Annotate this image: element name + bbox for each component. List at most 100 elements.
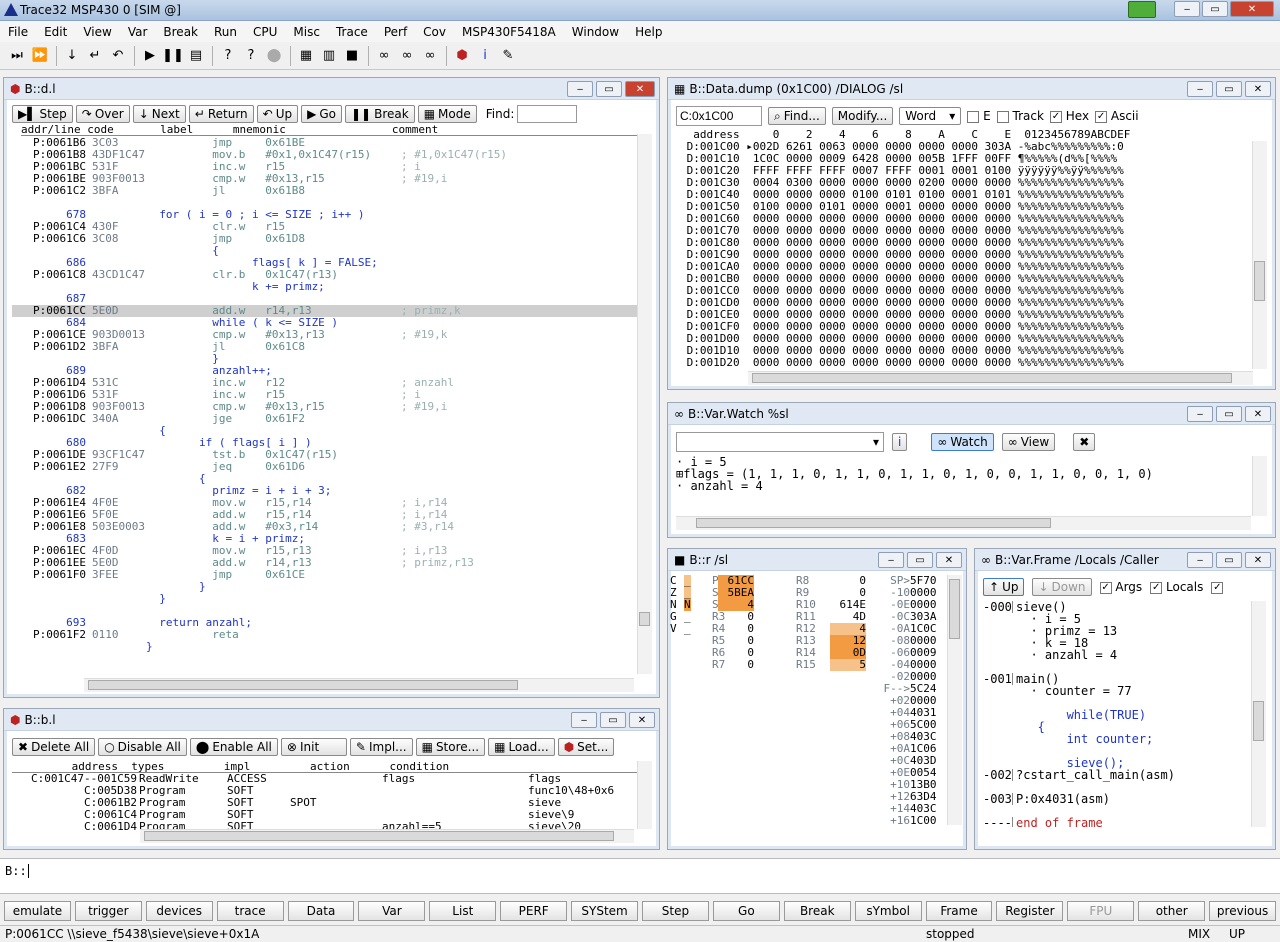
- dump-modify-button[interactable]: Modify...: [831, 107, 894, 125]
- flag-value[interactable]: _: [684, 623, 691, 635]
- impl-button[interactable]: ✎ Impl...: [349, 738, 413, 756]
- dump-hex-checkbox[interactable]: ✓ Hex: [1049, 109, 1089, 123]
- load-button[interactable]: ▦ Load...: [488, 738, 555, 756]
- dump-row[interactable]: D:001D20 0000 0000 0000 0000 0000 0000 0…: [680, 357, 1250, 369]
- list-up-button[interactable]: ↶ Up: [256, 105, 299, 123]
- undo-icon[interactable]: ↶: [107, 45, 129, 67]
- list-line[interactable]: P:0061F2 0110 reta: [12, 629, 639, 641]
- softkey-break[interactable]: Break: [783, 901, 851, 921]
- softkey-data[interactable]: Data: [287, 901, 355, 921]
- watch-body[interactable]: · i = 5 ⊞flags = (1, 1, 1, 0, 1, 1, 0, 1,…: [676, 456, 1251, 516]
- frame-locals-checkbox[interactable]: ✓ Locals: [1150, 580, 1203, 594]
- breakpoint-vertical-scrollbar[interactable]: [637, 761, 652, 829]
- frame-args-checkbox[interactable]: ✓ Args: [1099, 580, 1142, 594]
- dump-vertical-scrollbar[interactable]: [1252, 141, 1267, 369]
- set-button[interactable]: ⬢ Set...: [557, 738, 615, 756]
- menu-var[interactable]: Var: [120, 25, 156, 39]
- register-value[interactable]: 0: [747, 659, 754, 671]
- list-line[interactable]: }: [12, 353, 639, 365]
- menu-view[interactable]: View: [75, 25, 119, 39]
- view-icon[interactable]: ∞: [396, 45, 418, 67]
- list-line[interactable]: }: [12, 593, 639, 605]
- enable-all-button[interactable]: ⬤ Enable All: [189, 738, 278, 756]
- delete-all-button[interactable]: ✖ Delete All: [12, 738, 96, 756]
- frame-line[interactable]: -003 P:0x4031(asm): [983, 793, 1251, 805]
- list-step-button[interactable]: ▶▌ Step: [12, 105, 73, 123]
- list-line[interactable]: P:0061C8 43CD1C47 clr.b 0x1C47(r13): [12, 269, 639, 281]
- register-body[interactable]: C_Z_NNG_V_PC61CCSP5BEASR4R30R40R50R60R70…: [668, 575, 948, 845]
- list-icon[interactable]: ▤: [185, 45, 207, 67]
- app-update-button[interactable]: [1128, 1, 1156, 18]
- pause-icon[interactable]: ❚❚: [162, 45, 184, 67]
- list-horizontal-scrollbar[interactable]: [84, 678, 634, 692]
- down-arrow-icon[interactable]: ↓: [61, 45, 83, 67]
- list-go-button[interactable]: ▶ Go: [301, 105, 342, 123]
- menu-msp430f5418a[interactable]: MSP430F5418A: [454, 25, 564, 39]
- list-line[interactable]: P:0061DC 340A jge 0x61F2: [12, 413, 639, 425]
- dump-find-button[interactable]: ⌕ Find...: [768, 107, 826, 125]
- close-button[interactable]: ✕: [1245, 406, 1271, 422]
- minimize-button[interactable]: ‒: [571, 712, 597, 728]
- breakpoint-row[interactable]: C:005D38 Program SOFT func10\48+0x6: [12, 785, 637, 797]
- frame-down-button[interactable]: ↓ Down: [1032, 578, 1092, 596]
- menu-help[interactable]: Help: [627, 25, 670, 39]
- dump-width-select[interactable]: Word ▾: [899, 107, 962, 125]
- maximize-button[interactable]: ▭: [600, 712, 626, 728]
- list-line[interactable]: }: [12, 581, 639, 593]
- softkey-list[interactable]: List: [429, 901, 497, 921]
- frame-line[interactable]: · counter = 77: [983, 685, 1251, 697]
- list-line[interactable]: P:0061E2 27F9 jeq 0x61D6: [12, 461, 639, 473]
- softkey-system[interactable]: SYStem: [571, 901, 639, 921]
- list-line[interactable]: P:0061C2 3BFA jl 0x61B8: [12, 185, 639, 197]
- softkey-devices[interactable]: devices: [145, 901, 213, 921]
- app-maximize-button[interactable]: ▭: [1202, 1, 1228, 17]
- menu-cov[interactable]: Cov: [415, 25, 454, 39]
- table-icon[interactable]: ▥: [318, 45, 340, 67]
- minimize-button[interactable]: ‒: [878, 552, 904, 568]
- find-input[interactable]: [517, 105, 578, 123]
- dump-body[interactable]: D:001C00 ▸002D 6261 0063 0000 0000 0000 …: [680, 141, 1250, 369]
- maximize-button[interactable]: ▭: [1216, 552, 1242, 568]
- menu-edit[interactable]: Edit: [36, 25, 75, 39]
- command-line[interactable]: B::: [0, 858, 1280, 894]
- frame-vertical-scrollbar[interactable]: [1251, 601, 1266, 827]
- softkey-fpu[interactable]: FPU: [1067, 901, 1135, 921]
- frame-caller-checkbox[interactable]: ✓: [1211, 580, 1224, 594]
- list-line[interactable]: {: [12, 425, 639, 437]
- frame-line[interactable]: ---- end of frame: [983, 817, 1251, 827]
- step-icon[interactable]: ⏭: [6, 45, 28, 67]
- app-minimize-button[interactable]: ‒: [1174, 1, 1200, 17]
- frame-line[interactable]: · anzahl = 4: [983, 649, 1251, 661]
- list-body[interactable]: P:0061B6 3C03 jmp 0x61BE P:0061B8 43DF1C47 …: [12, 137, 639, 673]
- menu-break[interactable]: Break: [155, 25, 206, 39]
- return-icon[interactable]: ↵: [84, 45, 106, 67]
- list-line[interactable]: P:0061E8 503E0003 add.w #0x3,r14; #3,r14: [12, 521, 639, 533]
- dump-horizontal-scrollbar[interactable]: [748, 371, 1253, 385]
- list-return-button[interactable]: ↵ Return: [188, 105, 254, 123]
- maximize-button[interactable]: ▭: [1216, 406, 1242, 422]
- register-value[interactable]: 5: [830, 659, 866, 671]
- disable-all-button[interactable]: ○ Disable All: [98, 738, 187, 756]
- help-icon[interactable]: ?: [217, 45, 239, 67]
- frame-body[interactable]: -000 sieve() · i = 5 · primz = 13 · k = 1…: [983, 601, 1251, 827]
- frame-line[interactable]: -002 ?cstart_call_main(asm): [983, 769, 1251, 781]
- minimize-button[interactable]: ‒: [1187, 81, 1213, 97]
- list-line[interactable]: }: [12, 641, 639, 653]
- store-button[interactable]: ▦ Store...: [415, 738, 486, 756]
- dump-ascii-checkbox[interactable]: ✓ Ascii: [1095, 109, 1139, 123]
- minimize-button[interactable]: ‒: [567, 81, 593, 97]
- list-line[interactable]: P:0061C6 3C08 jmp 0x61D8: [12, 233, 639, 245]
- breakpoint-row[interactable]: C:0061C4 Program SOFT sieve\9: [12, 809, 637, 821]
- go-icon[interactable]: ▶: [139, 45, 161, 67]
- list-mode-button[interactable]: ▦ Mode: [417, 105, 477, 123]
- close-button[interactable]: ✕: [936, 552, 962, 568]
- init-button[interactable]: ⊗ Init: [280, 738, 347, 756]
- minimize-button[interactable]: ‒: [1187, 406, 1213, 422]
- softkey-var[interactable]: Var: [358, 901, 426, 921]
- settings-icon[interactable]: ✎: [497, 45, 519, 67]
- info-icon[interactable]: i: [474, 45, 496, 67]
- close-button[interactable]: ✕: [625, 81, 655, 97]
- dump-address-input[interactable]: [676, 106, 762, 126]
- list-over-button[interactable]: ↷ Over: [75, 105, 130, 123]
- maximize-button[interactable]: ▭: [1216, 81, 1242, 97]
